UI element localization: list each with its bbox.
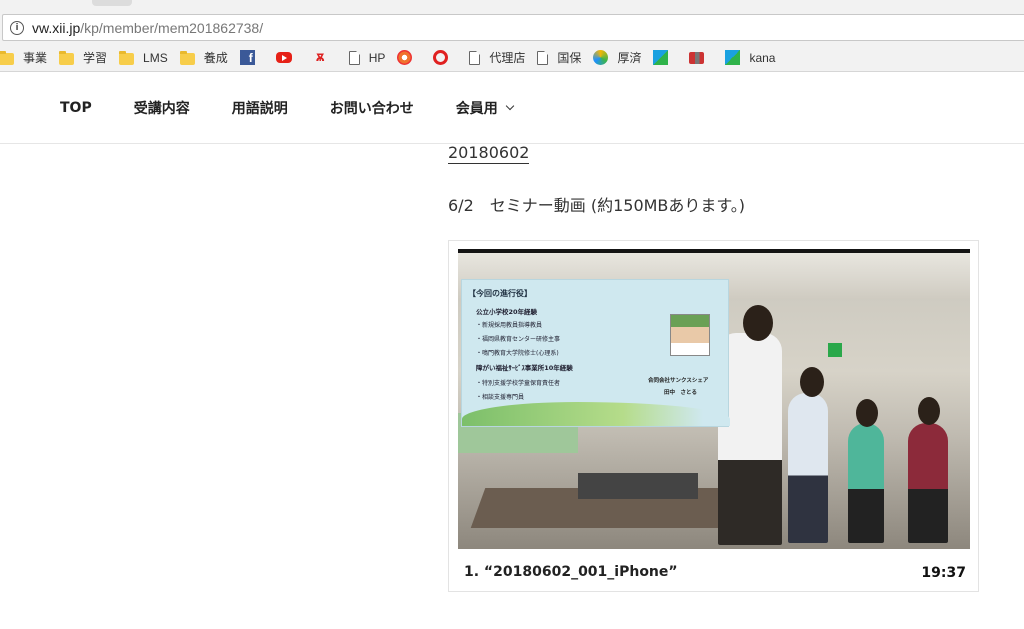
bookmark-item[interactable]: f xyxy=(239,44,264,72)
folder-icon xyxy=(59,50,75,65)
playlist-item-duration: 19:37 xyxy=(921,565,966,581)
presenter-head xyxy=(743,305,773,341)
bookmark-label: 養成 xyxy=(203,51,228,65)
slide-line: ・福岡県教育センター研修主事 xyxy=(476,336,561,343)
bookmark-item[interactable] xyxy=(689,44,713,72)
person xyxy=(908,423,948,543)
slide-decoration xyxy=(462,402,730,426)
url-path: /kp/member/mem201862738/ xyxy=(80,19,264,36)
red-symbol-icon: ѫ xyxy=(315,50,325,65)
bookmark-label: 厚済 xyxy=(617,51,642,65)
triangle-icon xyxy=(725,50,741,65)
bookmark-item[interactable]: HP xyxy=(348,44,386,72)
slide-line: ・鳴門教育大学院修士(心理系) xyxy=(476,350,559,357)
bookmark-item[interactable]: 事業 xyxy=(0,44,47,72)
bookmark-label: 国保 xyxy=(557,51,582,65)
slide-line: ・相談支援専門員 xyxy=(476,394,525,401)
bookmark-item[interactable]: 国保 xyxy=(537,44,581,72)
person xyxy=(848,423,884,543)
bookmark-item[interactable] xyxy=(397,44,421,72)
video-player[interactable]: 【今回の進行役】 公立小学校20年経験 ・新規採用教員指導教員 ・福岡県教育セン… xyxy=(458,249,970,549)
person-head xyxy=(918,397,940,425)
page-icon xyxy=(348,50,360,65)
folder-icon xyxy=(0,50,14,65)
bookmark-item[interactable]: 学習 xyxy=(59,44,107,72)
slide-company: 合同会社サンクスシェア xyxy=(648,378,709,384)
person-head xyxy=(800,367,824,397)
address-bar[interactable]: i vw.xii.jp/kp/member/mem201862738/ xyxy=(2,14,1024,41)
site-navigation: TOP 受講内容 用語説明 お問い合わせ 会員用 xyxy=(0,72,1024,144)
red-link-icon xyxy=(433,50,449,65)
bookmark-item[interactable]: 養成 xyxy=(179,44,228,72)
triangle-icon xyxy=(653,50,669,65)
slide-heading: 【今回の進行役】 xyxy=(468,289,532,298)
bookmark-item[interactable]: kana xyxy=(725,44,775,72)
bookmark-label: 事業 xyxy=(23,51,48,65)
url-host: vw.xii.jp xyxy=(32,19,81,36)
slide-line: ・新規採用教員指導教員 xyxy=(476,322,543,329)
nav-contact[interactable]: お問い合わせ xyxy=(330,98,414,118)
cards-icon xyxy=(689,51,705,64)
chevron-down-icon xyxy=(505,101,514,111)
orange-swirl-icon xyxy=(397,50,413,65)
projected-slide: 【今回の進行役】 公立小学校20年経験 ・新規採用教員指導教員 ・福岡県教育セン… xyxy=(461,279,730,427)
nav-glossary[interactable]: 用語説明 xyxy=(232,98,288,118)
tab-edge[interactable] xyxy=(92,0,132,6)
bookmark-label: 学習 xyxy=(83,51,108,65)
youtube-icon xyxy=(275,52,292,63)
bookmark-item[interactable]: 代理店 xyxy=(469,44,525,72)
presenter-photo xyxy=(670,314,710,356)
person xyxy=(788,393,828,543)
page-icon xyxy=(469,50,481,65)
bookmark-label: LMS xyxy=(143,50,168,65)
video-playlist-card: 【今回の進行役】 公立小学校20年経験 ・新規採用教員指導教員 ・福岡県教育セン… xyxy=(448,240,979,592)
tab-strip xyxy=(0,0,1024,10)
page-icon xyxy=(537,50,549,65)
bookmark-item[interactable]: 厚済 xyxy=(593,44,641,72)
slide-line: ・特別支援学校学童保育責任者 xyxy=(476,380,561,387)
nav-top[interactable]: TOP xyxy=(60,100,92,116)
info-icon[interactable]: i xyxy=(10,20,24,35)
bookmarks-bar: 事業 学習 LMS 養成 f ѫ HP 代理店 国保 厚済 kana xyxy=(0,44,1024,72)
video-thumbnail: 【今回の進行役】 公立小学校20年経験 ・新規採用教員指導教員 ・福岡県教育セン… xyxy=(458,253,970,549)
laptop-table xyxy=(578,473,698,499)
exit-sign xyxy=(828,343,842,357)
bookmark-label: 代理店 xyxy=(489,51,526,65)
bookmark-label: kana xyxy=(749,50,776,65)
person-head xyxy=(856,399,878,427)
bookmark-item[interactable] xyxy=(433,44,457,72)
folder-icon xyxy=(179,50,195,65)
nav-members[interactable]: 会員用 xyxy=(455,98,514,118)
post-title[interactable]: 20180602 xyxy=(448,143,530,164)
slide-name: 田中 さとる xyxy=(664,390,698,396)
bookmark-item[interactable] xyxy=(653,44,677,72)
bookmark-label: HP xyxy=(368,50,386,65)
bookmark-item[interactable]: ѫ xyxy=(313,44,337,72)
slide-line: 公立小学校20年経験 xyxy=(476,308,538,316)
facebook-icon: f xyxy=(239,50,255,65)
bookmark-item[interactable] xyxy=(275,44,301,72)
post-description: 6/2 セミナー動画 (約150MBあります。) xyxy=(448,196,746,215)
nav-course-content[interactable]: 受講内容 xyxy=(134,98,190,118)
folder-icon xyxy=(119,50,135,65)
nav-members-label: 会員用 xyxy=(455,100,498,117)
playlist-item-title[interactable]: 1. “20180602_001_iPhone” xyxy=(464,564,678,580)
toolbar: i vw.xii.jp/kp/member/mem201862738/ xyxy=(0,10,1024,44)
url-text[interactable]: vw.xii.jp/kp/member/mem201862738/ xyxy=(32,20,263,36)
bookmark-item[interactable]: LMS xyxy=(119,44,168,72)
slide-line: 障がい福祉ｻｰﾋﾞｽ事業所10年経験 xyxy=(476,364,573,372)
colorwheel-icon xyxy=(593,50,609,65)
